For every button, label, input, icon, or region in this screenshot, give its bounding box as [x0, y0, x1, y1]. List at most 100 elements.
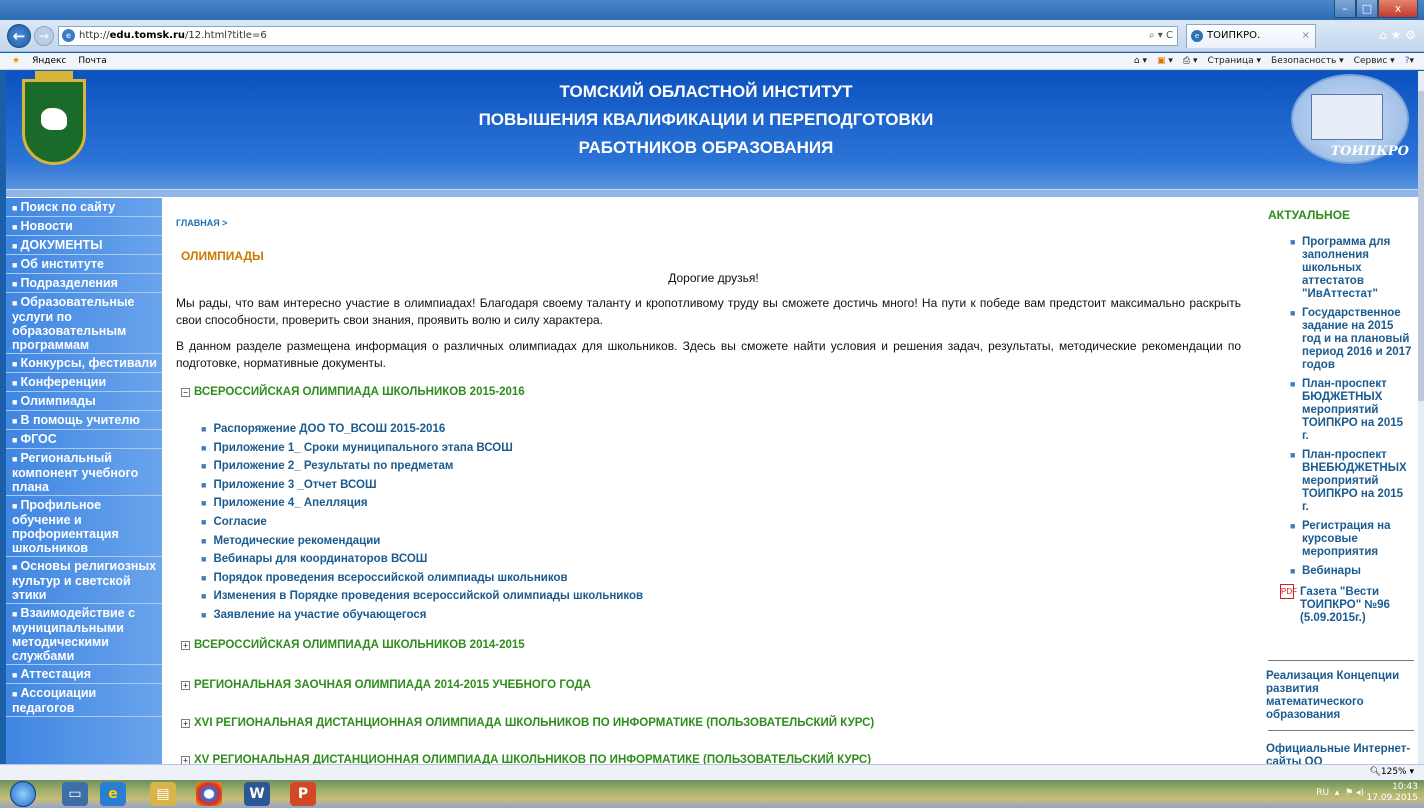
clock-time: 10:43: [1392, 782, 1418, 792]
actual-heading: АКТУАЛЬНОЕ: [1268, 208, 1351, 222]
url-domain: edu.tomsk.ru: [109, 30, 186, 41]
collapse-icon[interactable]: −: [181, 388, 190, 397]
chrome-icon[interactable]: [196, 782, 222, 806]
toipkro-logo[interactable]: ТОИПКРО: [1291, 74, 1409, 164]
actual-item[interactable]: ■ Вебинары: [1288, 565, 1412, 578]
document-link-list: ■ Распоряжение ДОО ТО_ВСОШ 2015-2016 ■ При…: [201, 420, 643, 625]
expand-icon[interactable]: +: [181, 641, 190, 650]
feeds-menu[interactable]: ▣ ▾: [1157, 53, 1173, 69]
nav-item-about[interactable]: ■ Об институте: [6, 255, 162, 274]
doc-link[interactable]: ■ Приложение 2_ Результаты по предметам: [201, 457, 643, 476]
doc-link[interactable]: ■ Заявление на участие обучающегося: [201, 606, 643, 625]
maximize-button[interactable]: □: [1356, 0, 1378, 18]
close-window-button[interactable]: x: [1378, 0, 1418, 18]
word-icon[interactable]: W: [244, 782, 270, 806]
banner-line-2: ПОВЫШЕНИЯ КВАЛИФИКАЦИИ И ПЕРЕПОДГОТОВКИ: [478, 110, 934, 129]
address-tools[interactable]: ⌕ ▾ C: [1149, 27, 1173, 45]
nav-item-teacher-help[interactable]: ■ В помощь учителю: [6, 411, 162, 430]
divider: [1268, 730, 1414, 731]
powerpoint-icon[interactable]: P: [290, 782, 316, 806]
browser-tab[interactable]: e ТОИПКРО. ОЛИМПИАДЫ ×: [1186, 24, 1316, 63]
language-indicator[interactable]: RU: [1316, 788, 1329, 798]
doc-link[interactable]: ■ Вебинары для координаторов ВСОШ: [201, 550, 643, 569]
greeting-text: Дорогие друзья!: [668, 271, 759, 285]
clock[interactable]: 10:43 17.09.2015: [1366, 782, 1418, 804]
left-sidebar: ■ Поиск по сайту ■ Новости ■ ДОКУМЕНТЫ ■ Об …: [6, 198, 162, 764]
section-xv-informatics[interactable]: + XV РЕГИОНАЛЬНАЯ ДИСТАНЦИОННАЯ ОЛИМПИАДА…: [181, 754, 871, 764]
tomsk-coat-of-arms-icon: [22, 71, 86, 165]
favorites-star-icon[interactable]: ★: [12, 53, 20, 69]
section-vsosh-2014-2015[interactable]: + ВСЕРОССИЙСКАЯ ОЛИМПИАДА ШКОЛЬНИКОВ 2014…: [181, 639, 525, 651]
fav-yandex[interactable]: Яндекс: [32, 53, 66, 69]
nav-item-regional-component[interactable]: ■ Региональный компонент учебного плана: [6, 449, 162, 496]
breadcrumb[interactable]: ГЛАВНАЯ >: [176, 218, 227, 228]
nav-item-fgos[interactable]: ■ ФГОС: [6, 430, 162, 449]
actual-item[interactable]: ■ Регистрация на курсовые мероприятия: [1288, 520, 1412, 559]
zoom-icon: 🔍︎: [1369, 767, 1381, 777]
math-concept-link[interactable]: Реализация Концепции развития математиче…: [1266, 670, 1414, 722]
nav-item-attestation[interactable]: ■ Аттестация: [6, 665, 162, 684]
nav-item-conferences[interactable]: ■ Конференции: [6, 373, 162, 392]
section-vsosh-2015-2016[interactable]: − ВСЕРОССИЙСКАЯ ОЛИМПИАДА ШКОЛЬНИКОВ 2015…: [181, 386, 525, 398]
browser-toolbar-icons[interactable]: ⌂ ★ ⚙: [1379, 28, 1416, 42]
section-regional-zaochnaya[interactable]: + РЕГИОНАЛЬНАЯ ЗАОЧНАЯ ОЛИМПИАДА 2014-201…: [181, 679, 591, 691]
tools-menu[interactable]: Сервис ▾: [1354, 53, 1395, 69]
doc-link[interactable]: ■ Приложение 4_ Апелляция: [201, 494, 643, 513]
page-menu[interactable]: Страница ▾: [1208, 53, 1262, 69]
tab-close-icon[interactable]: ×: [1302, 25, 1310, 47]
print-menu[interactable]: ⎙ ▾: [1183, 53, 1198, 69]
favorites-bar: ★ Яндекс Почта ⌂ ▾ ▣ ▾ ⎙ ▾ Страница ▾ Бе…: [0, 53, 1424, 70]
expand-icon[interactable]: +: [181, 681, 190, 690]
nav-item-departments[interactable]: ■ Подразделения: [6, 274, 162, 293]
help-menu[interactable]: ?▾: [1405, 53, 1414, 69]
expand-icon[interactable]: +: [181, 719, 190, 728]
safety-menu[interactable]: Безопасность ▾: [1271, 53, 1344, 69]
nav-item-documents[interactable]: ■ ДОКУМЕНТЫ: [6, 236, 162, 255]
zoom-level[interactable]: 🔍︎125% ▾: [1369, 767, 1414, 777]
actual-item[interactable]: ■ Программа для заполнения школьных аттес…: [1288, 236, 1412, 301]
doc-link[interactable]: ■ Приложение 1_ Сроки муниципального этап…: [201, 439, 643, 458]
system-tray[interactable]: RU ▴ ⚑ ◂): [1316, 788, 1364, 798]
internet-explorer-icon[interactable]: e: [100, 782, 126, 806]
nav-item-education-services[interactable]: ■ Образовательные услуги по образовательн…: [6, 293, 162, 354]
actual-item[interactable]: ■ План-проспект БЮДЖЕТНЫХ мероприятий ТОИ…: [1288, 378, 1412, 443]
address-bar[interactable]: e http://edu.tomsk.ru/12.html?title=6 ⌕ …: [58, 26, 1178, 46]
doc-link[interactable]: ■ Изменения в Порядке проведения всеросси…: [201, 587, 643, 606]
nav-item-olympiads[interactable]: ■ Олимпиады: [6, 392, 162, 411]
doc-link[interactable]: ■ Приложение 3 _Отчет ВСОШ: [201, 476, 643, 495]
fav-mail[interactable]: Почта: [78, 53, 106, 69]
main-content: ГЛАВНАЯ > ОЛИМПИАДЫ Дорогие друзья! Мы р…: [176, 198, 1251, 764]
nav-item-news[interactable]: ■ Новости: [6, 217, 162, 236]
site-banner: ТОМСКИЙ ОБЛАСТНОЙ ИНСТИТУТ ПОВЫШЕНИЯ КВА…: [6, 71, 1418, 197]
logo-text: ТОИПКРО: [1330, 144, 1410, 159]
nav-item-municipal-services[interactable]: ■ Взаимодействие с муниципальными методич…: [6, 604, 162, 665]
doc-link[interactable]: ■ Согласие: [201, 513, 643, 532]
nav-item-associations[interactable]: ■ Ассоциации педагогов: [6, 684, 162, 717]
clock-date: 17.09.2015: [1366, 793, 1418, 803]
nav-item-search[interactable]: ■ Поиск по сайту: [6, 198, 162, 217]
desktop-icon[interactable]: ▭: [62, 782, 88, 806]
doc-link[interactable]: ■ Распоряжение ДОО ТО_ВСОШ 2015-2016: [201, 420, 643, 439]
back-button[interactable]: ←: [7, 24, 31, 48]
nav-item-profile-education[interactable]: ■ Профильное обучение и профориентация шк…: [6, 496, 162, 557]
vertical-scrollbar[interactable]: [1418, 71, 1424, 764]
nav-item-religious-cultures[interactable]: ■ Основы религиозных культур и светской э…: [6, 557, 162, 604]
minimize-button[interactable]: –: [1334, 0, 1356, 18]
url-prefix: http://: [79, 30, 110, 41]
doc-link[interactable]: ■ Методические рекомендации: [201, 532, 643, 551]
doc-link[interactable]: ■ Порядок проведения всероссийской олимпи…: [201, 569, 643, 588]
official-sites-link[interactable]: Официальные Интернет-сайты ОО: [1266, 743, 1414, 764]
forward-button[interactable]: →: [34, 26, 54, 46]
home-menu[interactable]: ⌂ ▾: [1134, 53, 1147, 69]
start-button[interactable]: [10, 781, 36, 807]
expand-icon[interactable]: +: [181, 756, 190, 764]
scroll-thumb[interactable]: [1418, 91, 1424, 401]
section-xvi-informatics[interactable]: + XVI РЕГИОНАЛЬНАЯ ДИСТАНЦИОННАЯ ОЛИМПИАД…: [181, 717, 874, 729]
actual-item[interactable]: ■ План-проспект ВНЕБЮДЖЕТНЫХ мероприятий …: [1288, 449, 1412, 514]
tab-favicon-icon: e: [1191, 30, 1203, 42]
window-controls: – □ x: [1334, 0, 1418, 18]
file-explorer-icon[interactable]: ▤: [150, 782, 176, 806]
window-titlebar: – □ x: [0, 0, 1424, 20]
nav-item-contests[interactable]: ■ Конкурсы, фестивали: [6, 354, 162, 373]
actual-item[interactable]: ■ Государственное задание на 2015 год и н…: [1288, 307, 1412, 372]
